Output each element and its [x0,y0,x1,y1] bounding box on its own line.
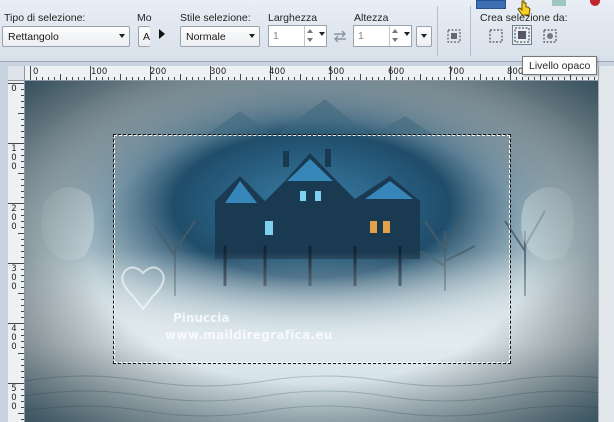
palette-swatch-icon[interactable] [552,0,566,6]
link-dimensions-icon[interactable] [330,26,350,46]
ruler-label: 500 [11,384,17,412]
ruler-label: 400 [11,324,17,352]
toolbar-separator [470,6,471,56]
ruler-ticks [8,83,24,420]
selection-style-dropdown[interactable]: Normale [180,26,260,47]
vertical-ruler[interactable]: 0 100 200 300 400 500 [8,81,25,422]
toolbar-separator [437,6,438,56]
mode-dropdown[interactable]: A [138,26,150,47]
ruler-label: 0 [11,84,17,94]
chevron-down-icon[interactable] [404,32,410,36]
active-tool-indicator[interactable] [476,0,506,9]
selection-style-label: Stile selezione: [180,12,251,24]
ruler-label: 0 [33,67,39,77]
ruler-label: 300 [11,264,17,292]
pointer-hand-icon [516,0,532,23]
selection-type-dropdown[interactable]: Rettangolo [2,26,130,47]
selection-from-layer-icon[interactable] [486,26,506,46]
ruler-label: 600 [388,67,405,77]
selection-type-value: Rettangolo [8,31,59,43]
close-icon[interactable] [590,0,600,6]
ruler-corner [8,66,25,81]
width-stepper[interactable] [304,26,314,46]
chevron-down-icon [421,34,427,38]
selection-marquee[interactable] [113,134,511,364]
ruler-label: 500 [328,67,345,77]
image-canvas[interactable]: Pinuccia www.maildiregrafica.eu [25,81,598,422]
ruler-label: 700 [448,67,465,77]
height-value: 1 [358,30,364,42]
width-label: Larghezza [268,12,318,24]
chevron-down-icon[interactable] [319,32,325,36]
ruler-label: 300 [210,67,227,77]
vertical-scrollbar[interactable] [598,66,614,422]
mode-label: Mo [137,12,152,24]
chevron-down-icon [249,34,255,38]
height-label: Altezza [354,12,389,24]
height-stepper[interactable] [389,26,399,46]
selection-type-label: Tipo di selezione: [4,12,86,24]
ruler-label: 100 [91,67,108,77]
horizontal-ruler[interactable]: 0 100 200 300 400 500 600 700 800 [25,66,598,81]
selection-style-value: Normale [186,31,226,43]
chevron-right-icon[interactable] [152,24,172,44]
chevron-down-icon [119,34,125,38]
ruler-label: 400 [269,67,286,77]
height-field[interactable]: 1 [353,25,412,47]
height-extra-dropdown[interactable] [416,26,432,47]
width-field[interactable]: 1 [268,25,327,47]
selection-from-mask-icon[interactable] [540,26,560,46]
ruler-label: 800 [507,67,524,77]
selection-from-opaque-layer-icon[interactable] [512,25,532,45]
width-value: 1 [273,30,279,42]
tooltip: Livello opaco [522,56,598,75]
ruler-label: 200 [11,204,17,232]
ruler-label: 200 [150,67,167,77]
remove-specks-icon[interactable] [444,26,464,46]
ruler-label: 100 [11,144,17,172]
mode-value: A [143,31,151,43]
